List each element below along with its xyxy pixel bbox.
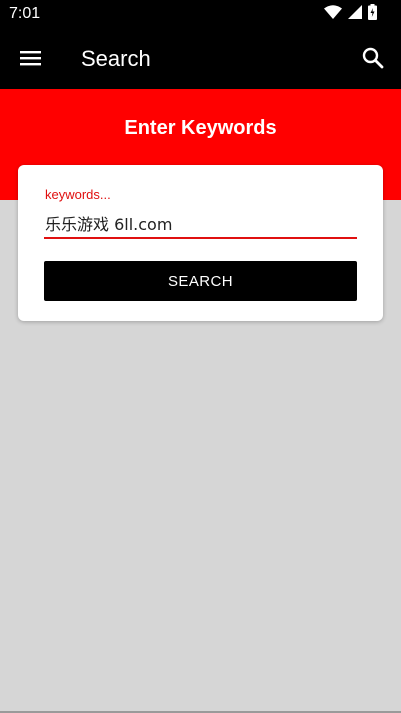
search-card: keywords... SEARCH bbox=[18, 165, 383, 321]
battery-icon bbox=[368, 3, 377, 25]
keywords-input[interactable] bbox=[44, 209, 357, 239]
status-bar: 7:01 bbox=[0, 0, 401, 28]
status-icons bbox=[324, 3, 377, 25]
app-bar: Search bbox=[0, 28, 401, 89]
hamburger-menu-icon[interactable] bbox=[20, 47, 42, 69]
hero-title: Enter Keywords bbox=[124, 117, 277, 139]
status-time: 7:01 bbox=[9, 5, 41, 22]
search-icon[interactable] bbox=[361, 46, 385, 70]
search-button[interactable]: SEARCH bbox=[44, 261, 357, 301]
app-bar-title: Search bbox=[81, 46, 151, 71]
signal-icon bbox=[348, 4, 362, 24]
wifi-icon bbox=[324, 4, 342, 24]
keywords-label: keywords... bbox=[45, 187, 111, 202]
